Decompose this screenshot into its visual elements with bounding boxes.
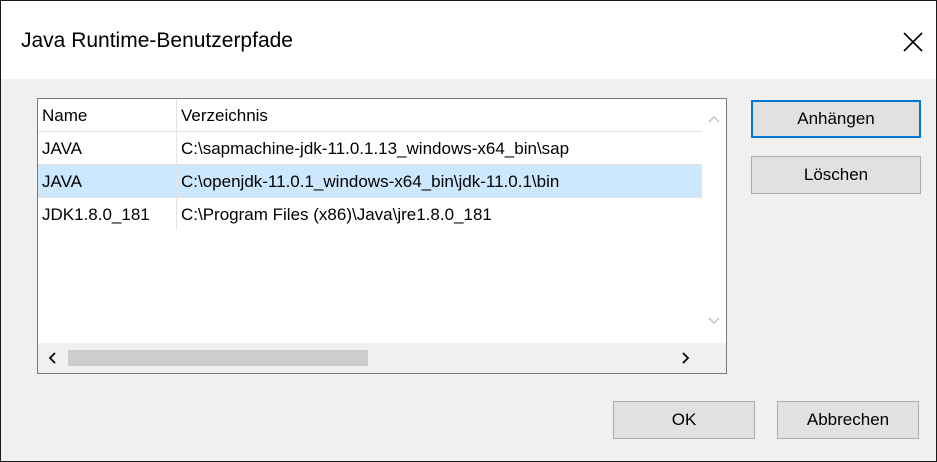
ok-button[interactable]: OK <box>613 401 755 439</box>
close-button[interactable] <box>892 21 936 65</box>
cancel-button[interactable]: Abbrechen <box>777 401 919 439</box>
horizontal-scrollbar[interactable] <box>38 343 702 373</box>
close-icon <box>903 32 923 52</box>
scroll-left-button[interactable] <box>38 343 68 373</box>
horizontal-scroll-thumb[interactable] <box>68 350 368 366</box>
row-name-cell: JAVA <box>38 164 177 197</box>
chevron-right-icon <box>682 352 690 364</box>
scroll-up-button[interactable] <box>702 107 726 131</box>
append-button[interactable]: Anhängen <box>751 100 921 138</box>
column-header-directory[interactable]: Verzeichnis <box>177 99 702 131</box>
table-row[interactable]: JDK1.8.0_181 C:\Program Files (x86)\Java… <box>38 197 702 230</box>
java-paths-list[interactable]: Name Verzeichnis JAVA C:\sapmachine-jdk-… <box>37 98 727 374</box>
delete-button[interactable]: Löschen <box>751 156 921 194</box>
row-name-cell: JDK1.8.0_181 <box>38 197 177 230</box>
table-row-selected[interactable]: JAVA C:\openjdk-11.0.1_windows-x64_bin\j… <box>38 164 702 197</box>
chevron-down-icon <box>708 317 720 324</box>
column-header-name[interactable]: Name <box>38 99 177 131</box>
vertical-scrollbar[interactable] <box>702 99 726 343</box>
dialog-title: Java Runtime-Benutzerpfade <box>21 29 293 52</box>
dialog-window: Java Runtime-Benutzerpfade Name Verzeich… <box>0 0 937 462</box>
chevron-left-icon <box>48 352 56 364</box>
row-name-cell: JAVA <box>38 131 177 164</box>
row-directory-cell: C:\sapmachine-jdk-11.0.1.13_windows-x64_… <box>177 131 702 164</box>
row-directory-cell: C:\Program Files (x86)\Java\jre1.8.0_181 <box>177 197 702 230</box>
title-bar: Java Runtime-Benutzerpfade <box>1 1 936 79</box>
chevron-up-icon <box>708 116 720 123</box>
list-header: Name Verzeichnis <box>38 99 702 131</box>
scroll-right-button[interactable] <box>672 343 702 373</box>
table-row[interactable]: JAVA C:\sapmachine-jdk-11.0.1.13_windows… <box>38 131 702 164</box>
row-directory-cell: C:\openjdk-11.0.1_windows-x64_bin\jdk-11… <box>177 164 702 197</box>
scroll-down-button[interactable] <box>702 309 726 333</box>
scrollbar-corner <box>702 343 726 373</box>
